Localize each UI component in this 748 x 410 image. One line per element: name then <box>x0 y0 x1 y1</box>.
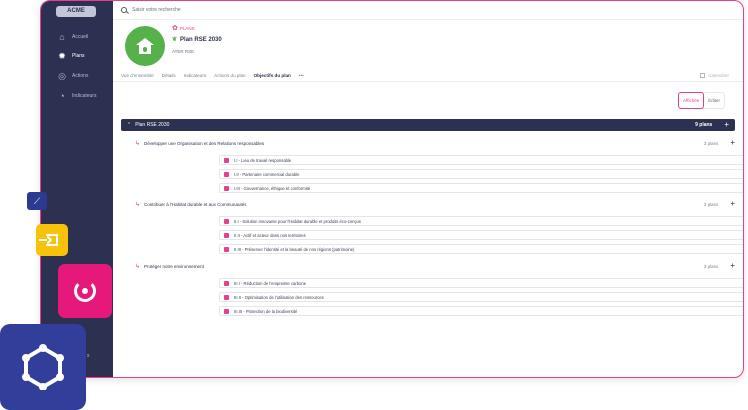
list-item-label: III.I - Réduction de l'empreinte carbone <box>234 280 307 286</box>
list-item[interactable]: III.III - Protection de la biodiversité <box>219 306 743 316</box>
sidebar-item-plans[interactable]: ✹ Plans <box>57 51 85 61</box>
sidebar-item-label: Indicateurs <box>72 93 97 99</box>
list-item-label: II.I - Solution innovante pour l'Habitat… <box>234 218 361 224</box>
page-title: ❦ Plan RSE 2030 <box>172 36 222 44</box>
calendar-link[interactable]: Calendrier <box>700 73 729 78</box>
hexagon-network-icon <box>22 344 64 390</box>
sidebar-item-actions[interactable]: ◎ Actions <box>57 71 88 81</box>
rotate-tile <box>58 264 112 318</box>
list-item[interactable]: II.III - Préserver l'identité et la beau… <box>219 244 743 254</box>
edit-button[interactable]: Éditer <box>704 93 724 108</box>
tree-group[interactable]: ↳ Protéger notre environnement 3 plans + <box>135 261 735 271</box>
chevron-up-icon[interactable]: ⌃ <box>127 122 131 128</box>
group-label: Protéger notre environnement <box>144 263 204 269</box>
plan-type-tag: ✿ PLANS <box>172 25 195 32</box>
list-item[interactable]: II.I - Solution innovante pour l'Habitat… <box>219 216 743 226</box>
list-item[interactable]: I.I - Lieu de travail responsable <box>219 155 743 165</box>
exit-icon <box>39 234 58 246</box>
tree-root-count: 9 plans <box>695 122 713 128</box>
calendar-label: Calendrier <box>708 73 729 78</box>
objective-icon <box>224 157 229 163</box>
tree-group[interactable]: ↳ Contribuer à l'Habitat durable et aux … <box>135 199 735 209</box>
list-item-label: III.III - Protection de la biodiversité <box>234 308 298 314</box>
app-logo: ACME <box>56 6 96 17</box>
tree-root-label: Plan RSE 2030 <box>135 122 170 128</box>
list-item-label: II.II - Actif et acteur dans nos territo… <box>234 232 306 238</box>
list-item[interactable]: I.II - Partenaire commercial durable <box>219 169 743 179</box>
list-item-label: II.III - Préserver l'identité et la beau… <box>234 246 355 252</box>
objective-icon <box>224 246 229 252</box>
add-icon[interactable]: + <box>724 121 729 129</box>
group-label: Contribuer à l'Habitat durable et aux Co… <box>144 201 247 207</box>
list-item-label: III.II - Optimisation de l'utilisation d… <box>234 294 324 300</box>
gear-icon: ✹ <box>58 51 66 61</box>
sidebar-item-label: Actions <box>72 73 89 79</box>
sidebar-item-accueil[interactable]: ⌂ Accueil <box>57 32 88 42</box>
list-item[interactable]: II.II - Actif et acteur dans nos territo… <box>219 230 743 240</box>
objective-icon <box>224 308 229 314</box>
list-item-label: I.II - Partenaire commercial durable <box>234 171 300 177</box>
main-content: Saisir votre recherche ✿ PLANS ❦ Plan RS… <box>113 1 743 377</box>
group-count: 3 plans <box>703 140 719 146</box>
tree-group[interactable]: ↳ Développer une Organisation et des Rel… <box>135 138 735 148</box>
list-item[interactable]: III.I - Réduction de l'empreinte carbone <box>219 278 743 288</box>
objective-icon <box>224 232 229 238</box>
leaf-icon: ❦ <box>172 37 178 43</box>
branch-arrow-icon: ↳ <box>135 201 141 208</box>
sidebar-item-label: Plans <box>72 53 85 59</box>
hexagon-network-tile <box>0 324 86 410</box>
rotate-icon <box>74 280 96 302</box>
calendar-icon <box>700 73 706 78</box>
search-bar[interactable]: Saisir votre recherche <box>121 7 181 13</box>
group-count: 3 plans <box>703 263 719 269</box>
sidebar: ACME ⌂ Accueil ✹ Plans ◎ Actions ◔ Indic… <box>41 1 113 377</box>
house-icon <box>136 38 154 54</box>
exit-tile <box>36 224 68 256</box>
view-button[interactable]: Affichée <box>678 92 705 109</box>
sidebar-item-indicateurs[interactable]: ◔ Indicateurs <box>57 91 96 101</box>
list-item[interactable]: III.II - Optimisation de l'utilisation d… <box>219 292 743 302</box>
plan-type-label: PLANS <box>179 26 195 31</box>
objective-icon <box>224 185 229 191</box>
trend-chart-icon: ⟋ <box>27 192 47 210</box>
plan-title-text: Plan RSE 2030 <box>180 36 222 43</box>
objective-icon <box>224 171 229 177</box>
list-item[interactable]: I.III - Gouvernance, éthique et conformi… <box>219 183 743 193</box>
view-toggle: Affichée Éditer <box>678 92 725 109</box>
add-icon[interactable]: + <box>730 139 735 147</box>
search-input[interactable]: Saisir votre recherche <box>132 7 181 13</box>
tree-root-row[interactable]: ⌃ Plan RSE 2030 9 plans + <box>121 119 735 131</box>
objective-icon <box>224 280 229 286</box>
add-icon[interactable]: + <box>730 262 735 270</box>
objective-icon <box>224 294 229 300</box>
branch-arrow-icon: ↳ <box>135 140 141 147</box>
app-window: ACME ⌂ Accueil ✹ Plans ◎ Actions ◔ Indic… <box>40 0 744 378</box>
plan-owner: ATER RSE <box>172 49 195 54</box>
flower-icon: ✿ <box>172 25 178 32</box>
divider <box>113 81 743 82</box>
add-icon[interactable]: + <box>730 200 735 208</box>
objective-icon <box>224 218 229 224</box>
group-count: 3 plans <box>703 201 719 207</box>
search-icon <box>121 7 127 13</box>
list-item-label: I.I - Lieu de travail responsable <box>234 157 292 163</box>
branch-arrow-icon: ↳ <box>135 263 141 270</box>
target-icon: ◎ <box>58 71 66 81</box>
gauge-icon: ◔ <box>59 91 65 101</box>
plan-avatar <box>125 26 165 66</box>
sidebar-footer: x <box>87 353 90 359</box>
divider <box>113 19 743 20</box>
list-item-label: I.III - Gouvernance, éthique et conformi… <box>234 185 311 191</box>
home-icon: ⌂ <box>59 32 65 42</box>
group-label: Développer une Organisation et des Relat… <box>144 140 265 146</box>
sidebar-item-label: Accueil <box>72 34 89 40</box>
